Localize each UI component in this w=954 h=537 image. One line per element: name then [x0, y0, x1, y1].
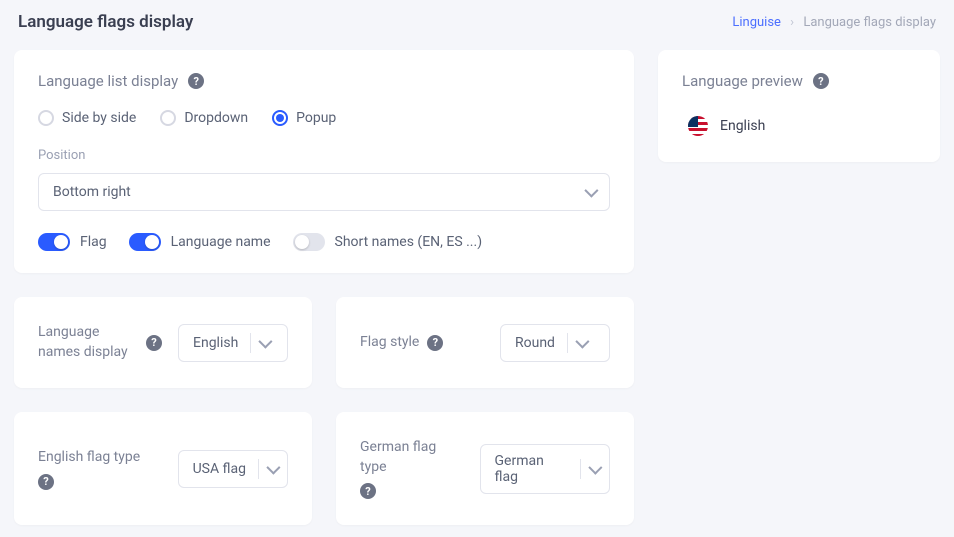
- help-icon[interactable]: ?: [188, 73, 204, 89]
- card-language-names-display: Language names display ? English: [14, 297, 312, 388]
- card-language-preview: Language preview ? English: [658, 50, 940, 162]
- preview-language-item[interactable]: English: [682, 106, 916, 140]
- radio-dropdown[interactable]: Dropdown: [160, 110, 248, 126]
- card-german-flag-type: German flag type ? German flag: [336, 412, 634, 525]
- flag-style-label: Flag style ?: [360, 333, 443, 353]
- radio-side-by-side[interactable]: Side by side: [38, 110, 136, 126]
- help-icon[interactable]: ?: [38, 474, 54, 490]
- toggle-short-names[interactable]: [293, 233, 325, 251]
- chevron-down-icon: [584, 184, 598, 198]
- card-language-list-display: Language list display ? Side by side Dro…: [14, 50, 634, 273]
- flag-style-select[interactable]: Round: [500, 324, 610, 362]
- german-flag-type-label: German flag type ?: [360, 438, 464, 499]
- chevron-down-icon: [266, 460, 280, 474]
- page-title: Language flags display: [18, 12, 193, 32]
- radio-dot-icon: [160, 110, 176, 126]
- section-title-preview: Language preview ?: [682, 72, 916, 90]
- display-mode-radio-group: Side by side Dropdown Popup: [38, 110, 610, 126]
- chevron-down-icon: [589, 460, 603, 474]
- card-flag-style: Flag style ? Round: [336, 297, 634, 388]
- breadcrumb-separator: ›: [790, 15, 794, 30]
- position-label: Position: [38, 148, 610, 163]
- breadcrumb-current: Language flags display: [803, 15, 936, 30]
- help-icon[interactable]: ?: [360, 483, 376, 499]
- page-header: Language flags display Linguise › Langua…: [14, 12, 940, 32]
- names-display-label: Language names display ?: [38, 323, 162, 362]
- radio-dot-icon: [38, 110, 54, 126]
- radio-popup[interactable]: Popup: [272, 110, 336, 126]
- chevron-down-icon: [575, 334, 589, 348]
- german-flag-type-select[interactable]: German flag: [480, 444, 611, 494]
- toggle-short-names-group: Short names (EN, ES ...): [293, 233, 483, 251]
- position-select[interactable]: Bottom right: [38, 173, 610, 211]
- toggle-flag[interactable]: [38, 233, 70, 251]
- card-english-flag-type: English flag type ? USA flag: [14, 412, 312, 525]
- english-flag-type-select[interactable]: USA flag: [178, 450, 288, 488]
- usa-flag-icon: [688, 116, 708, 136]
- chevron-down-icon: [259, 334, 273, 348]
- toggle-language-name-group: Language name: [129, 233, 271, 251]
- toggle-language-name[interactable]: [129, 233, 161, 251]
- breadcrumb-root-link[interactable]: Linguise: [732, 15, 781, 30]
- breadcrumb: Linguise › Language flags display: [732, 15, 936, 30]
- names-display-select[interactable]: English: [178, 324, 288, 362]
- section-title-display: Language list display ?: [38, 72, 610, 90]
- radio-dot-icon: [272, 110, 288, 126]
- help-icon[interactable]: ?: [813, 73, 829, 89]
- toggle-flag-group: Flag: [38, 233, 107, 251]
- english-flag-type-label: English flag type ?: [38, 448, 140, 490]
- help-icon[interactable]: ?: [427, 335, 443, 351]
- help-icon[interactable]: ?: [146, 335, 162, 351]
- toggles-row: Flag Language name Short names (EN, ES .…: [38, 233, 610, 251]
